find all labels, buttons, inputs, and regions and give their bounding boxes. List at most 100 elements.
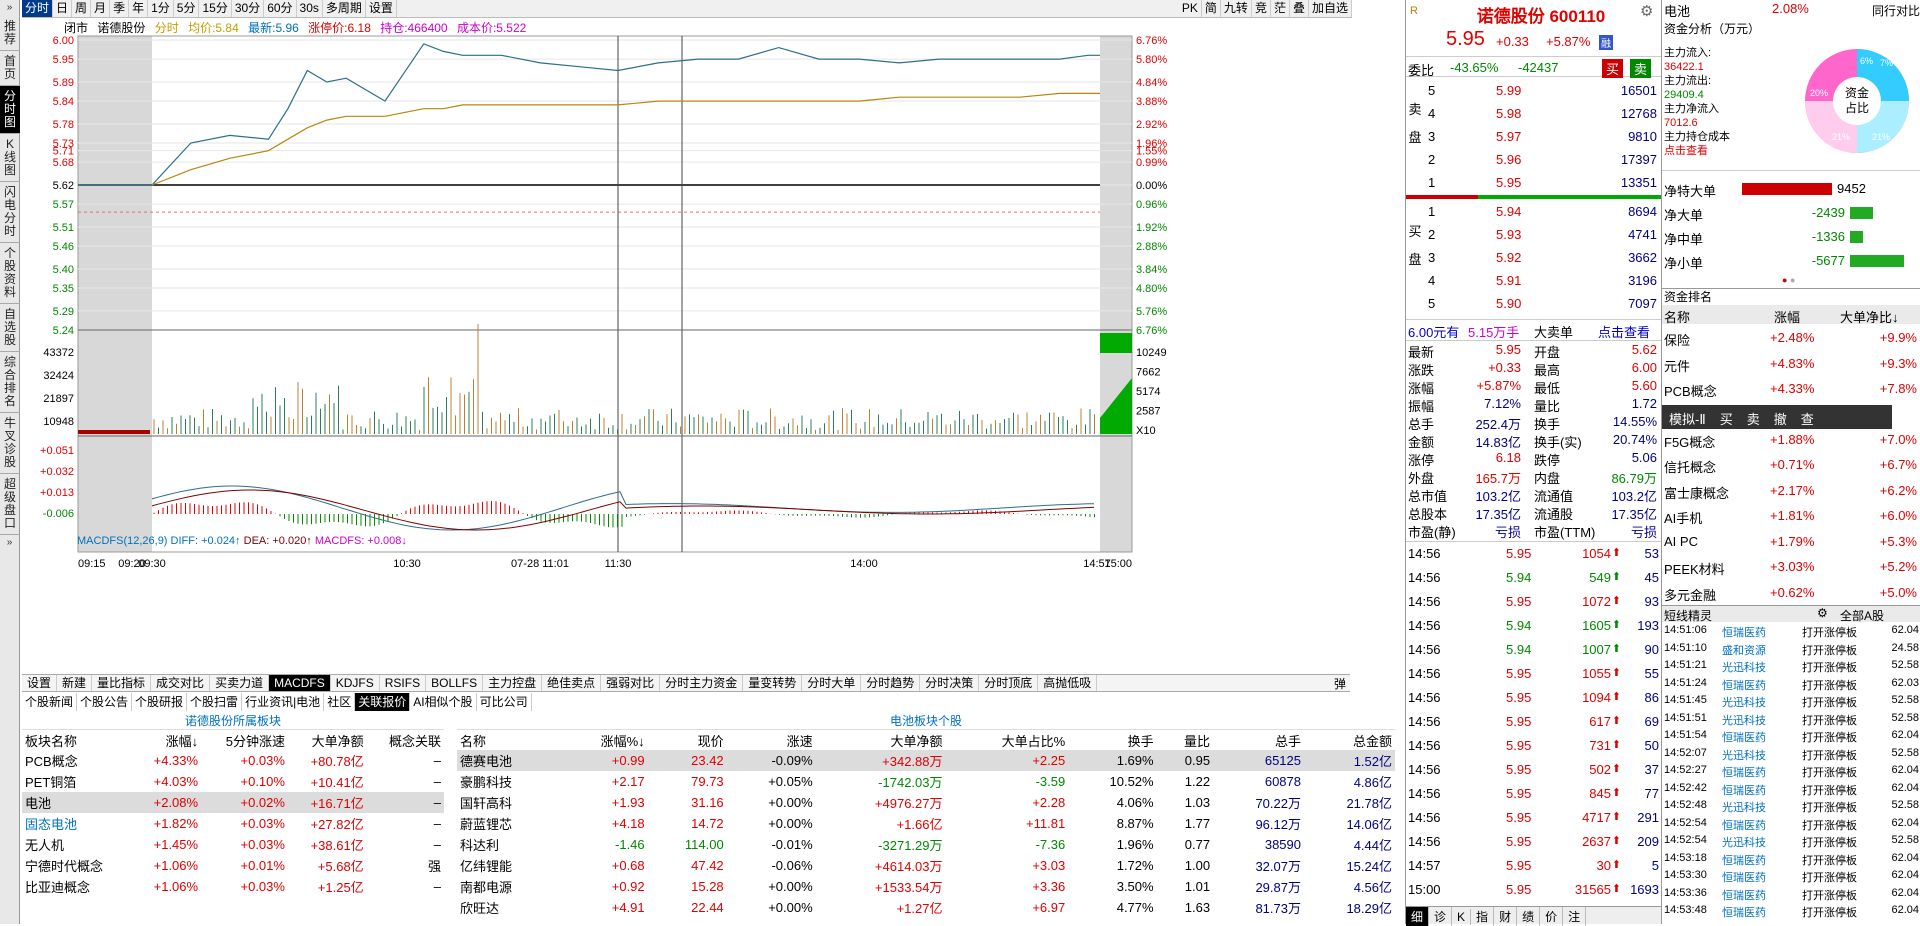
period-tab-12[interactable]: 多周期 <box>323 0 366 17</box>
indicator-tab-13[interactable]: 量变转势 <box>743 675 803 691</box>
indicator-tab-9[interactable]: 主力控盘 <box>483 675 543 691</box>
table-row[interactable]: 德赛电池 +0.99 23.42 -0.09% +342.88万 +2.25 1.69% 0.… <box>457 750 1395 771</box>
asks-row[interactable]: 1 5.95 13351 <box>1406 172 1661 193</box>
indicator-tab-0[interactable]: 设置 <box>22 675 58 691</box>
side-tab-6[interactable]: 自选股 <box>0 304 20 352</box>
rank-h-pct[interactable]: 涨幅 <box>1774 307 1800 326</box>
rank-h-name[interactable]: 名称 <box>1664 307 1690 326</box>
peer-compare-link[interactable]: 同行对比 <box>1872 2 1920 19</box>
side-tab-8[interactable]: 牛叉诊股 <box>0 413 20 474</box>
short-line-row[interactable]: 14:52:42 恒瑞医药 打开涨停板 62.04 <box>1662 781 1920 797</box>
bids-row[interactable]: 1 5.94 8694 <box>1406 201 1661 222</box>
intraday-chart[interactable]: 6.00 6.76% 5.95 5.80% 5.89 4.84% 5.84 3.88% 5.78… <box>22 18 1350 674</box>
short-line-row[interactable]: 14:51:24 恒瑞医药 打开涨停板 62.03 <box>1662 676 1920 692</box>
bids-row[interactable]: 5 5.90 7097 <box>1406 293 1661 314</box>
indicator-tab-2[interactable]: 量比指标 <box>92 675 152 691</box>
sub-tab-2[interactable]: 个股研报 <box>132 693 188 711</box>
side-tab-7[interactable]: 综合排名 <box>0 352 20 413</box>
stock-col-6[interactable]: 换手 <box>1068 730 1156 750</box>
period-tab-0[interactable]: 分时 <box>22 0 54 17</box>
short-line-row[interactable]: 14:52:48 光迅科技 打开涨停板 52.58 <box>1662 798 1920 814</box>
period-tab-5[interactable]: 年 <box>129 0 149 17</box>
indicator-tab-7[interactable]: RSIFS <box>380 675 427 691</box>
side-tab-4[interactable]: 闪电分时 <box>0 182 20 243</box>
short-line-row[interactable]: 14:53:30 恒瑞医药 打开涨停板 62.04 <box>1662 868 1920 884</box>
sub-tab-4[interactable]: 行业资讯|电池 <box>242 693 325 711</box>
tool-btn-3[interactable]: 竞 <box>1252 0 1271 17</box>
tool-btn-0[interactable]: PK <box>1179 0 1202 17</box>
side-tab-5[interactable]: 个股资料 <box>0 243 20 304</box>
settings-gear-icon[interactable]: ⚙ <box>1640 2 1653 20</box>
rank-row[interactable]: 信托概念 +0.71% +6.7% <box>1662 452 1920 477</box>
short-line-filter[interactable]: 全部A股 <box>1840 607 1884 624</box>
indicator-tab-3[interactable]: 成交对比 <box>151 675 211 691</box>
table-row[interactable]: PET铜箔 +4.03% +0.10% +10.41亿 – <box>22 771 444 792</box>
sub-tab-5[interactable]: 社区 <box>324 693 356 711</box>
short-line-row[interactable]: 14:53:48 恒瑞医药 打开涨停板 62.04 <box>1662 903 1920 919</box>
table-row[interactable]: 固态电池 +1.82% +0.03% +27.82亿 – <box>22 813 444 834</box>
stock-col-1[interactable]: 涨幅%↓ <box>559 730 647 750</box>
stock-col-9[interactable]: 总金额 <box>1304 730 1395 750</box>
table-row[interactable]: 电池 +2.08% +0.02% +16.71亿 – <box>22 792 444 813</box>
popup-toggle[interactable]: 弹 <box>1334 675 1346 691</box>
asks-row[interactable]: 2 5.96 17397 <box>1406 149 1661 170</box>
short-line-row[interactable]: 14:53:18 恒瑞医药 打开涨停板 62.04 <box>1662 851 1920 867</box>
period-tab-1[interactable]: 日 <box>53 0 73 17</box>
indicator-tab-4[interactable]: 买卖力道 <box>210 675 270 691</box>
sub-tab-6[interactable]: 关联报价 <box>355 693 411 711</box>
sub-tab-1[interactable]: 个股公告 <box>77 693 133 711</box>
tool-btn-1[interactable]: 简 <box>1202 0 1221 17</box>
asks-row[interactable]: 5 5.99 16501 <box>1406 80 1661 101</box>
sector-col-1[interactable]: 涨幅↓ <box>134 730 201 750</box>
short-line-row[interactable]: 14:52:54 光迅科技 打开涨停板 52.58 <box>1662 833 1920 849</box>
short-line-row[interactable]: 14:51:51 光迅科技 打开涨停板 52.58 <box>1662 711 1920 727</box>
quote-bottom-tab-3[interactable]: 指 <box>1471 907 1495 926</box>
side-tab-0[interactable]: 推荐 <box>0 16 20 51</box>
short-line-row[interactable]: 14:51:10 盛和资源 打开涨停板 24.58 <box>1662 641 1920 657</box>
side-tab-2[interactable]: 分时图 <box>0 86 20 134</box>
stock-col-8[interactable]: 总手 <box>1213 730 1304 750</box>
table-row[interactable]: 无人机 +1.45% +0.03% +38.61亿 – <box>22 834 444 855</box>
stock-col-2[interactable]: 现价 <box>648 730 727 750</box>
stock-col-5[interactable]: 大单占比% <box>946 730 1069 750</box>
table-row[interactable]: 豪鹏科技 +2.17 79.73 +0.05% -1742.03万 -3.59 10.52%… <box>457 771 1395 792</box>
rank-h-ratio[interactable]: 大单净比↓ <box>1840 307 1899 326</box>
indicator-tab-10[interactable]: 绝佳卖点 <box>542 675 602 691</box>
indicator-tab-12[interactable]: 分时主力资金 <box>660 675 744 691</box>
side-tab-1[interactable]: 首页 <box>0 51 20 86</box>
table-row[interactable]: PCB概念 +4.33% +0.03% +80.78亿 – <box>22 750 444 771</box>
short-line-row[interactable]: 14:53:36 恒瑞医药 打开涨停板 62.04 <box>1662 886 1920 902</box>
indicator-tab-15[interactable]: 分时趋势 <box>861 675 921 691</box>
page-dots[interactable]: ● ● <box>1782 275 1795 285</box>
settings-gear-icon-2[interactable]: ⚙ <box>1817 606 1828 620</box>
period-tab-7[interactable]: 5分 <box>174 0 200 17</box>
side-tab-9[interactable]: 超级盘口 <box>0 474 20 535</box>
chart-svg[interactable]: 6.00 6.76% 5.95 5.80% 5.89 4.84% 5.84 3.88% 5.78… <box>22 18 1350 674</box>
sim-btn-0[interactable]: 模拟-Ⅱ <box>1662 405 1713 432</box>
indicator-tab-16[interactable]: 分时决策 <box>920 675 980 691</box>
period-tab-10[interactable]: 60分 <box>264 0 297 17</box>
table-row[interactable]: 亿纬锂能 +0.68 47.42 -0.06% +4614.03万 +3.03 1.72% 1… <box>457 855 1395 876</box>
rank-row[interactable]: AI PC +1.79% +5.3% <box>1662 529 1920 554</box>
indicator-tab-1[interactable]: 新建 <box>57 675 93 691</box>
asks-row[interactable]: 4 5.98 12768 <box>1406 103 1661 124</box>
stock-col-3[interactable]: 涨速 <box>727 730 816 750</box>
buy-button[interactable]: 买 <box>1602 59 1624 78</box>
rank-row[interactable]: 富士康概念 +2.17% +6.2% <box>1662 478 1920 503</box>
sim-btn-3[interactable]: 撤 <box>1767 405 1794 432</box>
short-line-row[interactable]: 14:51:21 光迅科技 打开涨停板 52.58 <box>1662 658 1920 674</box>
sim-btn-4[interactable]: 查 <box>1794 405 1821 432</box>
period-tab-6[interactable]: 1分 <box>148 0 174 17</box>
bids-row[interactable]: 2 5.93 4741 <box>1406 224 1661 245</box>
quote-bottom-tab-1[interactable]: 诊 <box>1429 907 1453 926</box>
short-line-row[interactable]: 14:51:45 光迅科技 打开涨停板 52.58 <box>1662 693 1920 709</box>
table-row[interactable]: 宁德时代概念 +1.06% +0.01% +5.68亿 强 <box>22 855 444 876</box>
period-tab-2[interactable]: 周 <box>72 0 92 17</box>
sub-tab-7[interactable]: AI相似个股 <box>410 693 477 711</box>
sub-tab-0[interactable]: 个股新闻 <box>22 693 78 711</box>
stock-col-4[interactable]: 大单净额 <box>816 730 946 750</box>
quote-bottom-tab-5[interactable]: 绩 <box>1517 907 1541 926</box>
quote-bottom-tab-6[interactable]: 价 <box>1540 907 1564 926</box>
rank-row[interactable]: 保险 +2.48% +9.9% <box>1662 325 1920 350</box>
bids-row[interactable]: 3 5.92 3662 <box>1406 247 1661 268</box>
